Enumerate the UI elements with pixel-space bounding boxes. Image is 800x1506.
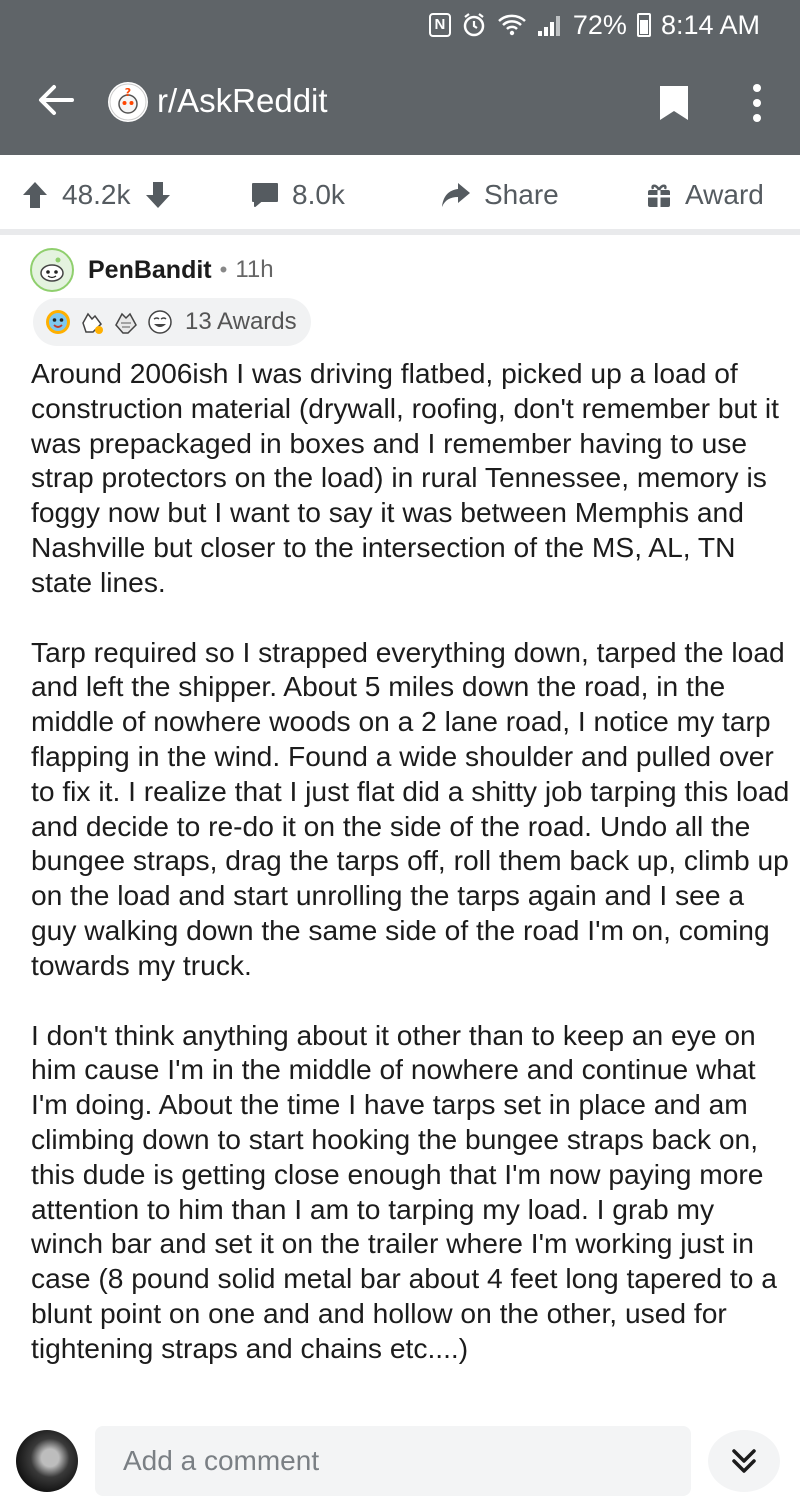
alarm-icon xyxy=(461,12,487,38)
share-label: Share xyxy=(484,179,559,210)
battery-percent: 72% xyxy=(572,9,627,40)
battery-icon xyxy=(636,13,651,37)
comment-icon xyxy=(252,183,278,207)
comment-count: 8.0k xyxy=(292,179,345,210)
status-bar: N 72% 8:14 AM xyxy=(428,8,760,42)
vote-group: 48.2k xyxy=(20,177,173,213)
signal-icon xyxy=(537,13,563,37)
downvote-icon[interactable] xyxy=(143,180,173,210)
app-bar: N 72% 8:14 AM ? r/AskReddit xyxy=(0,0,800,155)
upvote-icon[interactable] xyxy=(20,180,50,210)
wholesome-award-icon xyxy=(46,310,70,334)
current-user-avatar[interactable] xyxy=(16,1430,78,1492)
author-row: PenBandit • 11h xyxy=(30,248,274,292)
post-paragraph: Tarp required so I strapped everything d… xyxy=(31,635,790,981)
double-chevron-down-icon xyxy=(732,1449,756,1473)
clock: 8:14 AM xyxy=(660,9,760,40)
gift-icon xyxy=(648,184,670,207)
award-label: Award xyxy=(685,179,764,210)
user-avatar[interactable] xyxy=(30,248,74,292)
wifi-icon xyxy=(497,13,527,37)
subreddit-name[interactable]: r/AskReddit xyxy=(157,82,328,120)
post-paragraph: Around 2006ish I was driving flatbed, pi… xyxy=(31,357,779,598)
awards-count: 13 Awards xyxy=(185,308,297,335)
subreddit-icon[interactable]: ? xyxy=(108,82,148,122)
svg-text:?: ? xyxy=(125,86,131,99)
post-paragraph: I don't think anything about it other th… xyxy=(31,1018,777,1364)
award-button[interactable]: Award xyxy=(645,177,764,213)
bookmark-icon[interactable] xyxy=(658,84,690,122)
collapse-comments-button[interactable] xyxy=(708,1430,780,1492)
author-name[interactable]: PenBandit xyxy=(88,256,212,285)
comment-bar: Add a comment xyxy=(0,1414,800,1506)
header: ? r/AskReddit xyxy=(0,62,800,142)
post-body: Around 2006ish I was driving flatbed, pi… xyxy=(31,356,791,1401)
nfc-icon: N xyxy=(428,13,451,37)
haha-award-icon xyxy=(148,310,172,334)
post-action-bar: 48.2k 8.0k Share Award xyxy=(0,155,800,235)
post-age: 11h xyxy=(235,256,274,283)
add-comment-input[interactable]: Add a comment xyxy=(95,1426,691,1496)
back-arrow-icon[interactable] xyxy=(36,80,76,120)
share-button[interactable]: Share xyxy=(440,177,559,213)
comments-button[interactable]: 8.0k xyxy=(250,177,345,213)
vote-count: 48.2k xyxy=(62,179,131,210)
awards-pill[interactable]: 13 Awards xyxy=(33,298,311,346)
meta-separator: • xyxy=(219,257,228,282)
more-options-icon[interactable] xyxy=(745,82,769,124)
silver-award-icon xyxy=(115,312,137,334)
helpful-award-icon xyxy=(82,312,103,334)
share-icon xyxy=(442,183,470,207)
